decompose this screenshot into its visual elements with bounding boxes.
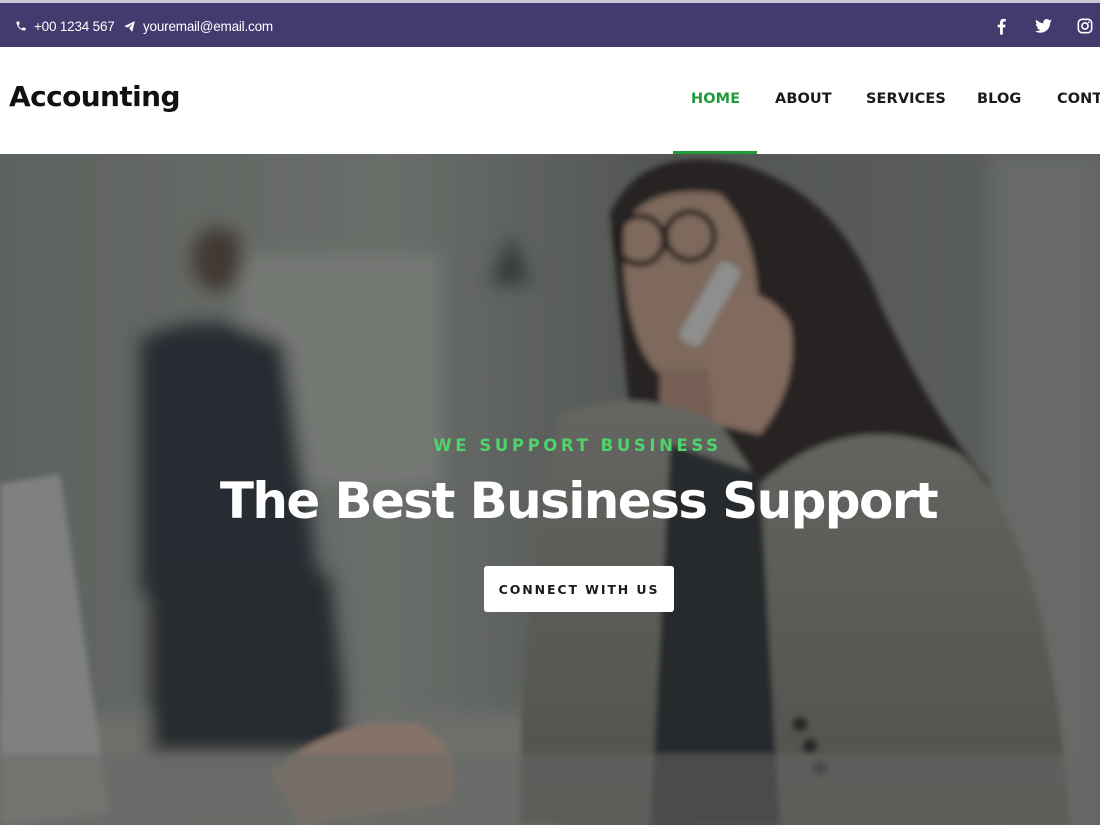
nav-item-contact[interactable]: CONT bbox=[1057, 91, 1100, 107]
nav-item-about[interactable]: ABOUT bbox=[775, 91, 832, 107]
instagram-icon[interactable] bbox=[1074, 14, 1096, 38]
twitter-icon[interactable] bbox=[1032, 14, 1054, 38]
main-header: Accounting HOME ABOUT SERVICES BLOG CONT bbox=[0, 47, 1100, 154]
hero-eyebrow: WE SUPPORT BUSINESS bbox=[433, 436, 722, 455]
site-logo[interactable]: Accounting bbox=[9, 80, 181, 113]
connect-with-us-button[interactable]: CONNECT WITH US bbox=[484, 566, 674, 612]
phone-icon bbox=[15, 20, 27, 32]
nav-item-services[interactable]: SERVICES bbox=[866, 91, 946, 107]
hero-title: The Best Business Support bbox=[219, 472, 939, 530]
nav-item-home[interactable]: HOME bbox=[691, 91, 740, 107]
top-bar: +00 1234 567 youremail@email.com bbox=[0, 0, 1100, 47]
nav-item-blog[interactable]: BLOG bbox=[977, 91, 1021, 107]
phone-number: +00 1234 567 bbox=[34, 18, 115, 34]
facebook-icon[interactable] bbox=[992, 14, 1010, 38]
phone-contact[interactable]: +00 1234 567 bbox=[15, 16, 115, 36]
email-address: youremail@email.com bbox=[143, 18, 273, 34]
email-contact[interactable]: youremail@email.com bbox=[123, 16, 273, 36]
paper-plane-icon bbox=[123, 20, 136, 33]
hero-section: WE SUPPORT BUSINESS The Best Business Su… bbox=[0, 154, 1100, 825]
